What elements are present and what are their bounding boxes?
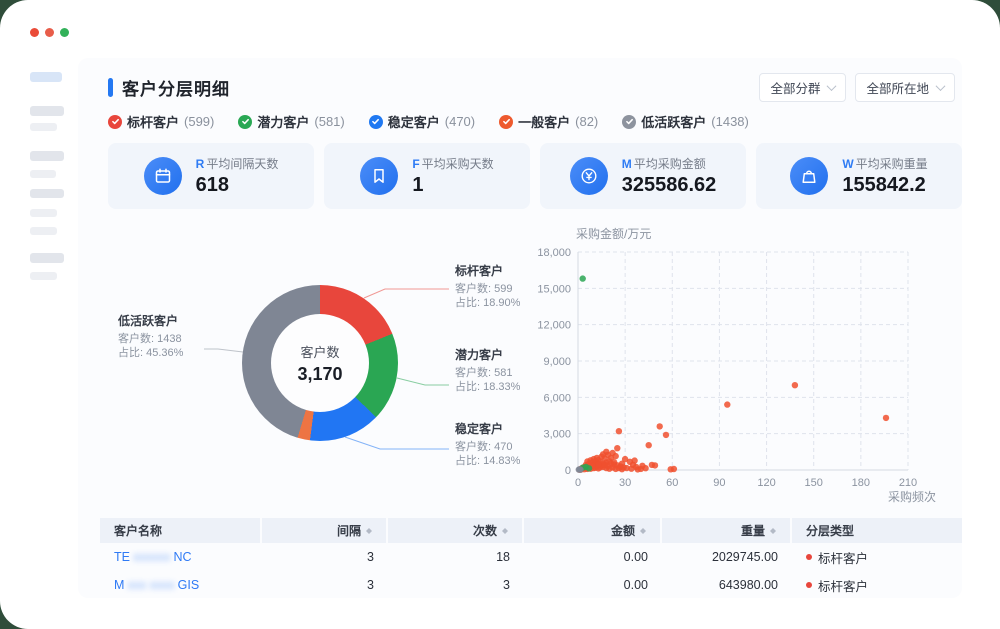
cell-type: 标杆客户 [792, 576, 962, 595]
svg-text:采购金额/万元: 采购金额/万元 [576, 226, 651, 241]
column-header-times[interactable]: 次数 [388, 518, 524, 543]
svg-text:90: 90 [713, 477, 725, 489]
sidebar-item-active[interactable] [30, 72, 62, 82]
cell-amount: 0.00 [524, 550, 662, 564]
svg-text:0: 0 [565, 465, 571, 477]
svg-text:6,000: 6,000 [543, 392, 571, 404]
redacted-text: xxxxxx [133, 550, 171, 564]
window-controls [30, 28, 69, 37]
svg-text:180: 180 [852, 477, 870, 489]
cell-type: 标杆客户 [792, 548, 962, 567]
svg-text:15,000: 15,000 [537, 283, 571, 295]
column-header-name: 客户名称 [100, 518, 262, 543]
column-header-amount[interactable]: 金额 [524, 518, 662, 543]
table-row: Mxxx xxxxGIS 3 3 0.00 643980.00 标杆客户 [100, 571, 962, 599]
cell-interval: 3 [262, 578, 388, 592]
sidebar-item[interactable] [30, 189, 64, 198]
sidebar-item[interactable] [30, 170, 56, 178]
sort-icon [770, 525, 776, 537]
sort-icon [366, 525, 372, 537]
column-header-type: 分层类型 [792, 518, 962, 543]
cell-times: 18 [388, 550, 524, 564]
customer-name-link[interactable]: TExxxxxxNC [114, 550, 192, 564]
table-header: 客户名称 间隔 次数 金额 重量 分层类型 [100, 518, 962, 543]
main-panel: 客户分层明细 全部分群 全部所在地 标杆客户 (599) 潜力客户 (581) [78, 58, 962, 598]
sidebar-item[interactable] [30, 227, 57, 235]
sort-icon [502, 525, 508, 537]
cell-interval: 3 [262, 550, 388, 564]
svg-text:30: 30 [619, 477, 631, 489]
type-dot-icon [806, 554, 812, 560]
zoom-button[interactable] [60, 28, 69, 37]
svg-text:18,000: 18,000 [537, 247, 571, 259]
close-button[interactable] [30, 28, 39, 37]
table-row: TExxxxxxNC 3 18 0.00 2029745.00 标杆客户 [100, 543, 962, 571]
svg-text:150: 150 [805, 477, 823, 489]
scatter-chart[interactable]: 0 3,000 6,000 9,000 12,000 15,000 18,000 0 30 60 9… [78, 58, 962, 598]
sidebar-item[interactable] [30, 106, 64, 116]
column-header-weight[interactable]: 重量 [662, 518, 792, 543]
cell-weight: 643980.00 [662, 578, 792, 592]
svg-text:0: 0 [575, 477, 581, 489]
minimize-button[interactable] [45, 28, 54, 37]
customer-name-link[interactable]: Mxxx xxxxGIS [114, 578, 199, 592]
svg-text:9,000: 9,000 [543, 356, 571, 368]
cell-weight: 2029745.00 [662, 550, 792, 564]
svg-text:120: 120 [757, 477, 775, 489]
sidebar-item[interactable] [30, 272, 57, 280]
cell-times: 3 [388, 578, 524, 592]
redacted-text: xxx xxxx [127, 578, 174, 592]
column-header-interval[interactable]: 间隔 [262, 518, 388, 543]
svg-text:采购频次: 采购频次 [888, 489, 936, 504]
svg-text:60: 60 [666, 477, 678, 489]
customer-table: 客户名称 间隔 次数 金额 重量 分层类型 TExxxxxxNC 3 18 0.… [100, 518, 962, 599]
type-dot-icon [806, 582, 812, 588]
sidebar-item[interactable] [30, 209, 57, 217]
sidebar-item[interactable] [30, 253, 64, 263]
svg-text:3,000: 3,000 [543, 429, 571, 441]
svg-text:12,000: 12,000 [537, 320, 571, 332]
sort-icon [640, 525, 646, 537]
svg-text:210: 210 [899, 477, 917, 489]
cell-amount: 0.00 [524, 578, 662, 592]
sidebar-item[interactable] [30, 123, 57, 131]
app-window: 客户分层明细 全部分群 全部所在地 标杆客户 (599) 潜力客户 (581) [0, 0, 1000, 629]
sidebar-item[interactable] [30, 151, 64, 161]
